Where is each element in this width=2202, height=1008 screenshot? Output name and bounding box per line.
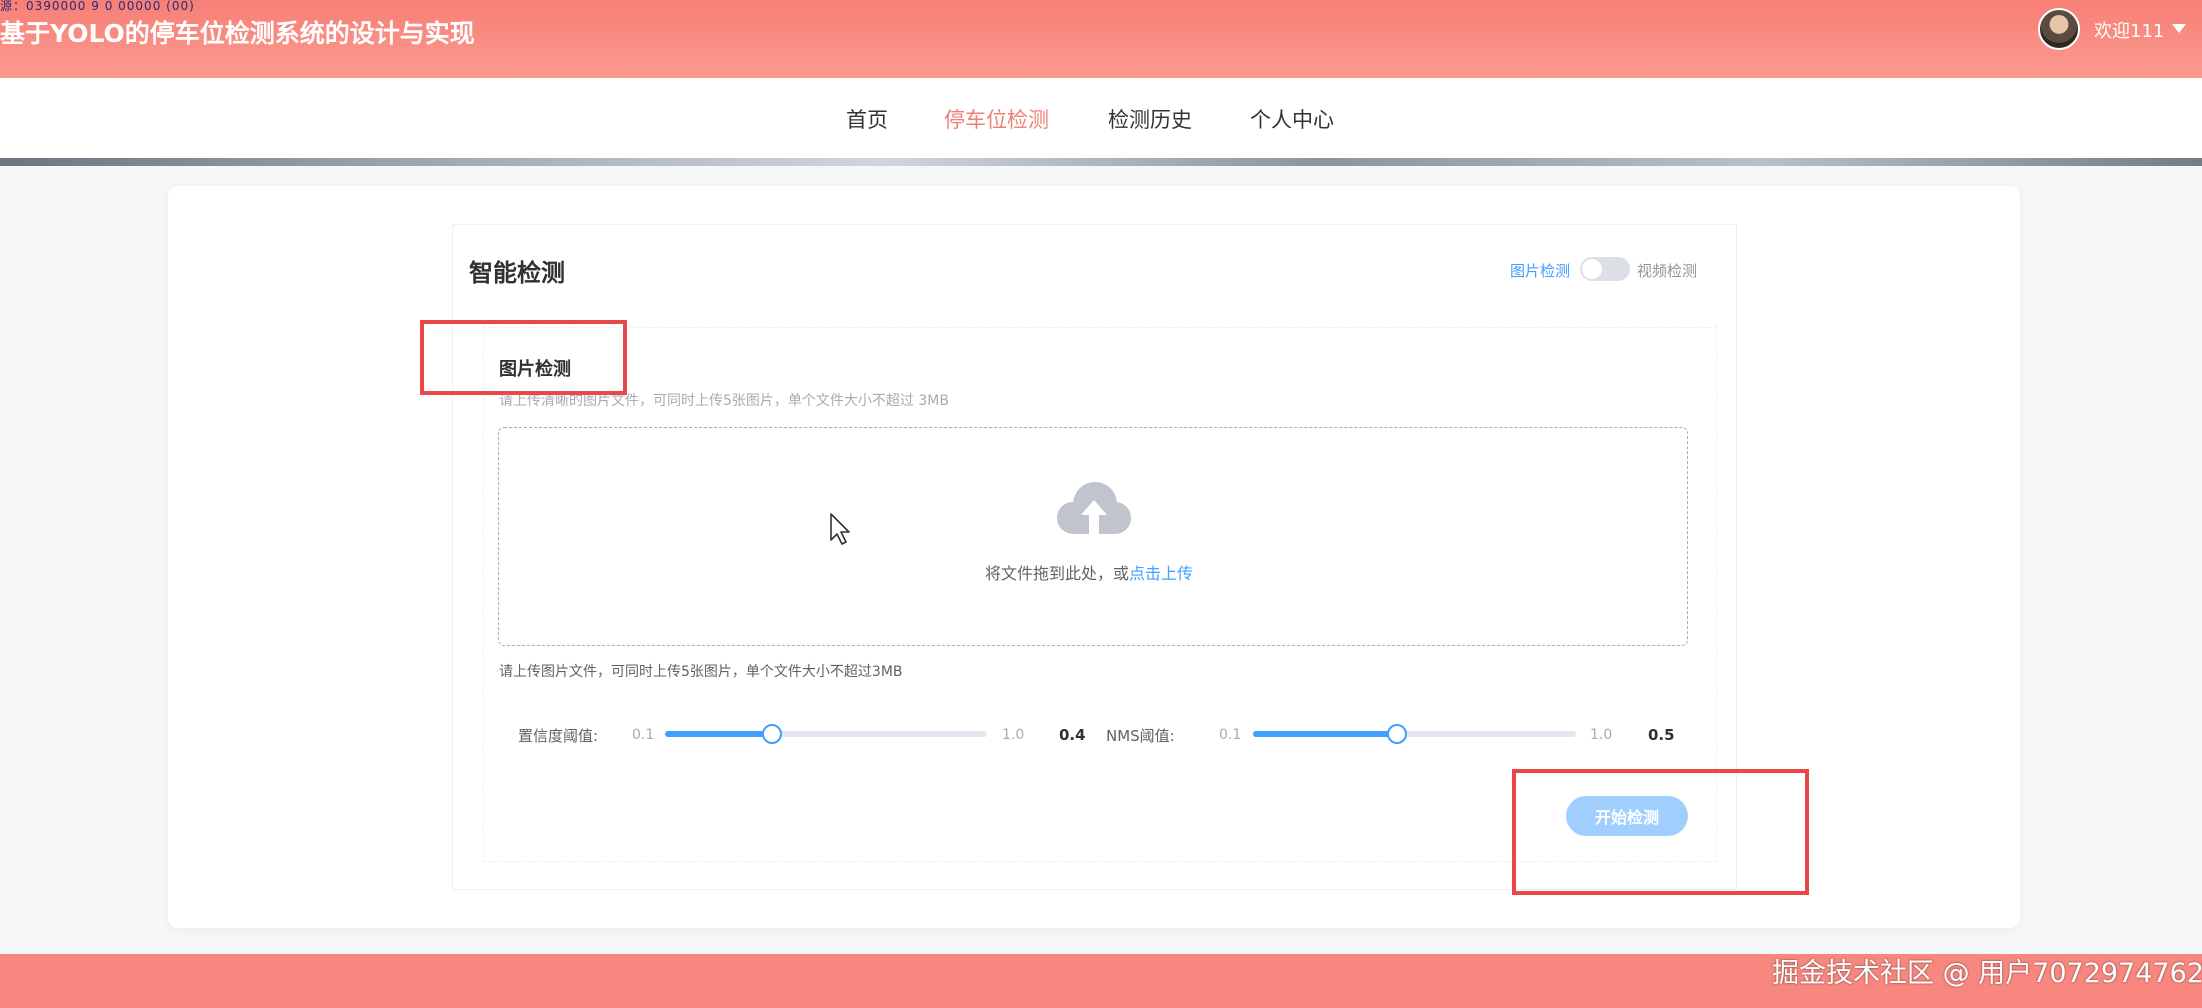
main-nav: 首页 停车位检测 检测历史 个人中心 (0, 78, 2202, 158)
app-title: 基于YOLO的停车位检测系统的设计与实现 (0, 19, 475, 48)
upload-dropzone[interactable] (498, 427, 1688, 646)
section-title: 智能检测 (469, 259, 565, 287)
nms-label: NMS阈值: (1106, 727, 1175, 745)
nms-slider-thumb[interactable] (1386, 724, 1407, 744)
top-header: 源：0390000 9 0 00000 (00) 基于YOLO的停车位检测系统的… (0, 0, 2202, 78)
upload-cloud-icon (1057, 482, 1131, 534)
nms-max-label: 1.0 (1590, 727, 1613, 743)
nav-personal-center[interactable]: 个人中心 (1250, 104, 1334, 134)
mode-toggle-switch[interactable] (1580, 257, 1630, 281)
nav-detection-history[interactable]: 检测历史 (1108, 104, 1192, 134)
nav-home[interactable]: 首页 (846, 104, 888, 134)
confidence-slider[interactable] (665, 724, 987, 744)
mouse-cursor-icon (830, 513, 850, 545)
confidence-max-label: 1.0 (1002, 727, 1025, 743)
watermark-text: 掘金技术社区 @ 用户7072974762351 (1772, 958, 2202, 989)
nms-slider-fill (1253, 731, 1397, 737)
nms-slider[interactable] (1253, 724, 1576, 744)
confidence-slider-fill (665, 731, 773, 737)
confidence-value: 0.4 (1059, 726, 1086, 744)
annotation-box-start-button (1512, 769, 1809, 895)
mode-video-label[interactable]: 视频检测 (1637, 260, 1697, 281)
hero-image-strip (0, 158, 2202, 166)
nms-min-label: 0.1 (1219, 727, 1242, 743)
click-upload-link[interactable]: 点击上传 (1129, 564, 1193, 583)
welcome-text[interactable]: 欢迎111 (2094, 17, 2164, 43)
mode-toggle-knob (1582, 259, 1602, 279)
annotation-box-image-detection (420, 320, 627, 395)
confidence-min-label: 0.1 (632, 727, 655, 743)
header-tiny-text: 源：0390000 9 0 00000 (00) (0, 0, 195, 13)
dropzone-text: 将文件拖到此处，或点击上传 (985, 560, 1193, 584)
user-menu-caret-icon[interactable] (2172, 24, 2186, 33)
mode-image-label[interactable]: 图片检测 (1510, 260, 1570, 281)
confidence-label: 置信度阈值: (518, 727, 599, 745)
user-avatar[interactable] (2038, 8, 2080, 50)
dropzone-hint: 将文件拖到此处，或 (985, 564, 1130, 583)
nms-value: 0.5 (1648, 726, 1675, 744)
upload-tip: 请上传图片文件，可同时上传5张图片，单个文件大小不超过3MB (499, 664, 903, 680)
nav-parking-detection[interactable]: 停车位检测 (944, 104, 1049, 134)
